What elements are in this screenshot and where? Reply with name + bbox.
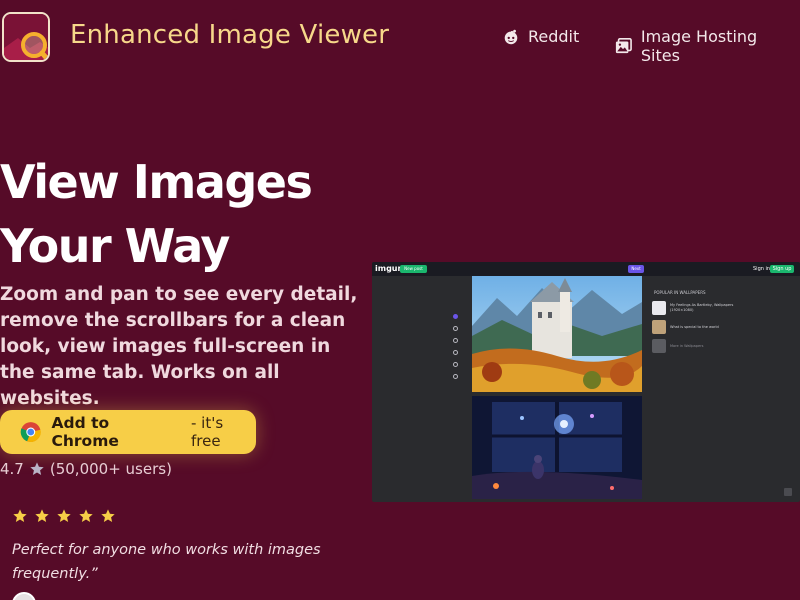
hero-title-line-2: Your Way <box>0 219 230 273</box>
mock-scroll-button <box>784 488 792 496</box>
star-icon <box>13 509 27 522</box>
nav-image-hosting[interactable]: Image Hosting Sites <box>615 27 800 65</box>
cta-subtext: - it's free <box>190 414 224 450</box>
brand-name[interactable]: Enhanced Image Viewer <box>70 20 389 50</box>
chrome-icon <box>20 422 41 442</box>
review-quote: Perfect for anyone who works with images… <box>12 542 321 582</box>
magnifier-logo-icon <box>4 14 48 60</box>
mock-sidebar-item-text: What is special to the world <box>670 324 719 329</box>
rating-summary: 4.7 (50,000+ users) <box>0 460 172 478</box>
mock-sign-up-button: Sign up <box>770 265 794 273</box>
image-icon <box>615 38 632 54</box>
reddit-icon <box>504 29 518 44</box>
reviewer-avatar <box>12 592 36 600</box>
star-icon <box>30 462 44 475</box>
product-screenshot: imgur New post Next Sign in Sign up POPU… <box>372 262 800 502</box>
mock-new-post-button: New post <box>400 265 427 273</box>
mock-downvote-icon <box>452 338 458 343</box>
hero-title: View Images Your Way <box>0 150 370 278</box>
mock-comment-icon <box>452 374 458 379</box>
mock-upvote-icon <box>452 326 458 331</box>
rating-users: (50,000+ users) <box>49 460 172 478</box>
hero-description: Zoom and pan to see every detail, remove… <box>0 284 358 409</box>
nav-reddit-label: Reddit <box>528 27 580 46</box>
mock-sidebar-item: My Feelings As Bartleby, Wallpapers (192… <box>652 301 742 315</box>
mock-site-logo: imgur <box>375 264 402 273</box>
review-stars <box>12 508 116 524</box>
star-icon <box>57 509 71 522</box>
mock-sidebar-item: More in Wallpapers <box>652 339 742 353</box>
castle-image <box>472 276 642 392</box>
mock-sidebar-item: What is special to the world <box>652 320 742 334</box>
mock-next-button: Next <box>628 265 644 273</box>
mock-sidebar-item-text: More in Wallpapers <box>670 343 704 348</box>
hero-title-line-1: View Images <box>0 155 313 209</box>
rating-value: 4.7 <box>0 460 24 478</box>
mock-action-rail <box>450 314 460 379</box>
app-logo[interactable] <box>2 12 50 62</box>
add-to-chrome-button[interactable]: Add to Chrome - it's free <box>0 410 256 454</box>
mock-avatar-dot <box>452 314 458 319</box>
castle-landscape-picture <box>472 276 642 392</box>
night-window-picture <box>472 396 642 499</box>
mock-thumbnail <box>652 320 666 334</box>
mock-topbar: imgur New post Next Sign in Sign up <box>372 262 800 276</box>
mock-thumbnail <box>652 339 666 353</box>
site-header: Enhanced Image Viewer Reddit Image Hosti… <box>0 0 800 74</box>
mock-sidebar-item-text: My Feelings As Bartleby, Wallpapers (192… <box>670 303 734 312</box>
star-icon <box>79 509 93 522</box>
night-room-image <box>472 396 642 499</box>
nav-hosting-label: Image Hosting Sites <box>640 27 758 65</box>
nav-reddit[interactable]: Reddit <box>502 27 579 46</box>
mock-sidebar: POPULAR IN WALLPAPERS My Feelings As Bar… <box>652 290 742 358</box>
mock-sign-in: Sign in <box>753 266 771 272</box>
mock-thumbnail <box>652 301 666 315</box>
mock-sidebar-title: POPULAR IN WALLPAPERS <box>654 290 706 295</box>
cta-label: Add to Chrome <box>51 414 119 450</box>
star-icon <box>35 509 49 522</box>
mock-heart-icon <box>452 350 458 355</box>
star-icon <box>101 509 115 522</box>
mock-share-icon <box>452 362 458 367</box>
